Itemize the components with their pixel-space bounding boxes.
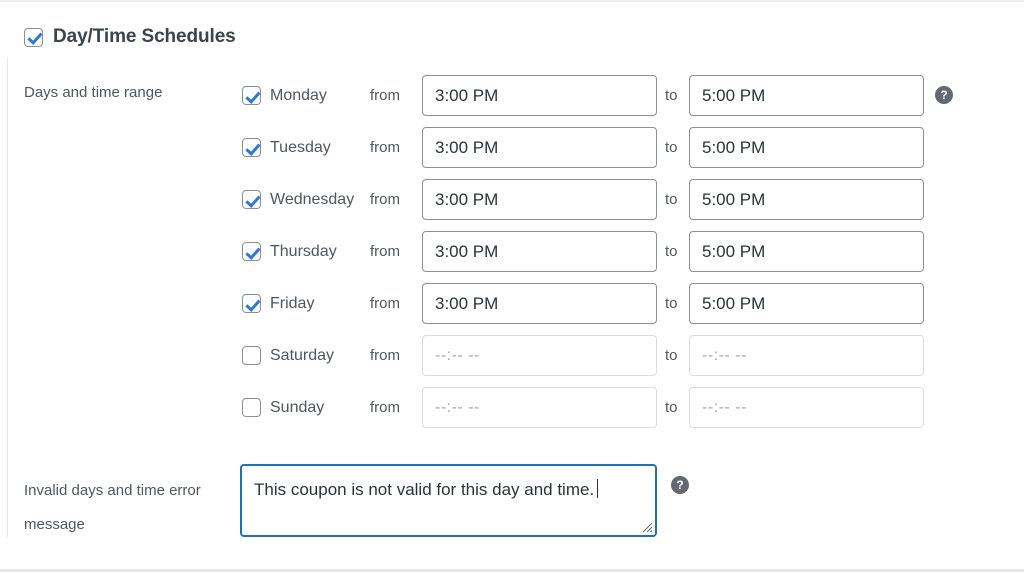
from-time-input-wednesday[interactable]: 3:00 PM [422,179,657,220]
day-label: Friday [270,294,315,312]
day-checkbox-group: Monday [242,86,370,105]
help-icon-error-message[interactable]: ? [671,476,689,494]
day-checkbox-group: Tuesday [242,138,370,157]
resize-handle-icon[interactable] [641,521,653,533]
help-icon-days[interactable]: ? [935,86,953,104]
from-time-input-monday[interactable]: 3:00 PM [422,75,657,116]
day-time-row: Sunday from --:-- -- to --:-- -- [242,387,924,428]
day-checkbox-monday[interactable] [242,86,261,105]
text-caret [597,479,599,498]
days-and-time-range-label: Days and time range [24,84,163,101]
day-time-row: Friday from 3:00 PM to 5:00 PM [242,283,924,324]
day-checkbox-group: Sunday [242,398,370,417]
from-time-input-saturday[interactable]: --:-- -- [422,335,657,376]
from-label: from [370,87,400,104]
day-label: Saturday [270,346,335,364]
day-time-rows: Monday from 3:00 PM to 5:00 PM Tuesday from 3:0… [242,75,924,439]
from-label: from [370,139,400,156]
to-label: to [665,191,678,208]
error-message-textarea[interactable]: This coupon is not valid for this day an… [240,464,657,537]
invalid-days-error-label: Invalid days and time error message [24,482,201,533]
day-checkbox-wednesday[interactable] [242,190,261,209]
to-time-input-saturday[interactable]: --:-- -- [689,335,924,376]
section-header: Day/Time Schedules [24,26,236,48]
to-time-input-friday[interactable]: 5:00 PM [689,283,924,324]
error-message-wrapper: This coupon is not valid for this day an… [240,464,657,537]
from-label: from [370,347,400,364]
settings-panel: Day/Time Schedules Days and time range M… [0,0,1024,572]
from-label: from [370,295,400,312]
day-checkbox-friday[interactable] [242,294,261,313]
day-checkbox-tuesday[interactable] [242,138,261,157]
to-time-input-thursday[interactable]: 5:00 PM [689,231,924,272]
day-time-row: Wednesday from 3:00 PM to 5:00 PM [242,179,924,220]
day-time-row: Monday from 3:00 PM to 5:00 PM [242,75,924,116]
to-time-input-sunday[interactable]: --:-- -- [689,387,924,428]
from-label: from [370,191,400,208]
day-label: Tuesday [270,138,331,156]
error-message-text: This coupon is not valid for this day an… [254,480,595,499]
from-time-input-friday[interactable]: 3:00 PM [422,283,657,324]
day-time-row: Thursday from 3:00 PM to 5:00 PM [242,231,924,272]
day-checkbox-group: Saturday [242,346,370,365]
panel-left-rule [7,57,8,537]
from-time-input-sunday[interactable]: --:-- -- [422,387,657,428]
to-time-input-wednesday[interactable]: 5:00 PM [689,179,924,220]
day-checkbox-group: Wednesday [242,190,370,209]
to-time-input-tuesday[interactable]: 5:00 PM [689,127,924,168]
to-label: to [665,347,678,364]
day-checkbox-saturday[interactable] [242,346,261,365]
to-label: to [665,295,678,312]
from-label: from [370,243,400,260]
from-time-input-tuesday[interactable]: 3:00 PM [422,127,657,168]
day-checkbox-thursday[interactable] [242,242,261,261]
to-label: to [665,399,678,416]
section-title: Day/Time Schedules [53,26,236,47]
day-time-schedules-checkbox[interactable] [24,27,43,47]
to-time-input-monday[interactable]: 5:00 PM [689,75,924,116]
day-label: Monday [270,86,327,104]
day-time-row: Saturday from --:-- -- to --:-- -- [242,335,924,376]
day-checkbox-sunday[interactable] [242,398,261,417]
to-label: to [665,139,678,156]
day-label: Wednesday [270,190,355,208]
day-checkbox-group: Thursday [242,242,370,261]
from-time-input-thursday[interactable]: 3:00 PM [422,231,657,272]
day-time-row: Tuesday from 3:00 PM to 5:00 PM [242,127,924,168]
day-checkbox-group: Friday [242,294,370,313]
from-label: from [370,399,400,416]
to-label: to [665,87,678,104]
day-label: Thursday [270,242,337,260]
day-label: Sunday [270,398,325,416]
to-label: to [665,243,678,260]
